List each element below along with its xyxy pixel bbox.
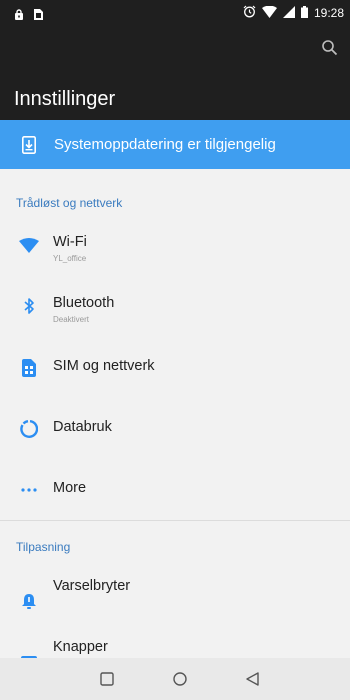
system-update-banner[interactable]: Systemoppdatering er tilgjengelig — [0, 120, 350, 169]
alarm-icon — [243, 5, 256, 21]
data-usage-icon — [18, 418, 40, 440]
back-button[interactable] — [243, 669, 263, 689]
wifi-icon — [261, 5, 277, 21]
search-button[interactable] — [318, 36, 342, 60]
item-title: Knapper — [53, 639, 108, 655]
item-title: Databruk — [53, 419, 112, 435]
settings-item-notification-toggle[interactable]: Varselbryter — [0, 562, 350, 622]
settings-item-wifi[interactable]: Wi-Fi YL_office — [0, 214, 350, 274]
recent-apps-icon — [97, 672, 117, 693]
settings-item-data-usage[interactable]: Databruk — [0, 397, 350, 457]
clock-time: 19:28 — [313, 6, 344, 20]
section-header-personalization: Tilpasning — [16, 540, 71, 554]
search-icon — [318, 40, 342, 64]
wifi-icon — [18, 234, 40, 256]
settings-item-more[interactable]: More — [0, 458, 350, 518]
item-title: Wi-Fi — [53, 234, 87, 250]
item-title: SIM og nettverk — [53, 358, 155, 374]
sim-card-icon — [34, 7, 43, 25]
lock-icon — [14, 7, 24, 25]
battery-icon — [300, 5, 308, 21]
settings-item-bluetooth[interactable]: Bluetooth Deaktivert — [0, 274, 350, 334]
item-title: More — [53, 480, 87, 496]
item-subtitle: Deaktivert — [53, 315, 90, 324]
item-title: Varselbryter — [53, 578, 131, 594]
home-button[interactable] — [170, 669, 190, 689]
back-icon — [243, 672, 263, 693]
section-divider — [0, 520, 350, 521]
section-header-wireless: Trådløst og nettverk — [16, 196, 123, 210]
item-subtitle: YL_office — [53, 254, 87, 263]
banner-text: Systemoppdatering er tilgjengelig — [54, 136, 276, 153]
status-bar: 19:28 — [0, 0, 350, 26]
home-icon — [170, 672, 190, 693]
recent-apps-button[interactable] — [97, 669, 117, 689]
app-bar: Innstillinger — [0, 26, 350, 120]
system-update-icon — [22, 136, 36, 159]
sim-card-icon — [18, 357, 40, 379]
settings-list: Trådløst og nettverk Wi-Fi YL_office Blu… — [0, 169, 350, 672]
notification-bell-icon — [18, 590, 40, 612]
navigation-bar — [0, 658, 350, 700]
page-title: Innstillinger — [14, 88, 116, 110]
more-dots-icon — [18, 479, 40, 501]
bluetooth-icon — [18, 295, 40, 317]
signal-icon — [282, 5, 295, 21]
settings-item-sim[interactable]: SIM og nettverk — [0, 336, 350, 396]
item-title: Bluetooth — [53, 295, 115, 311]
